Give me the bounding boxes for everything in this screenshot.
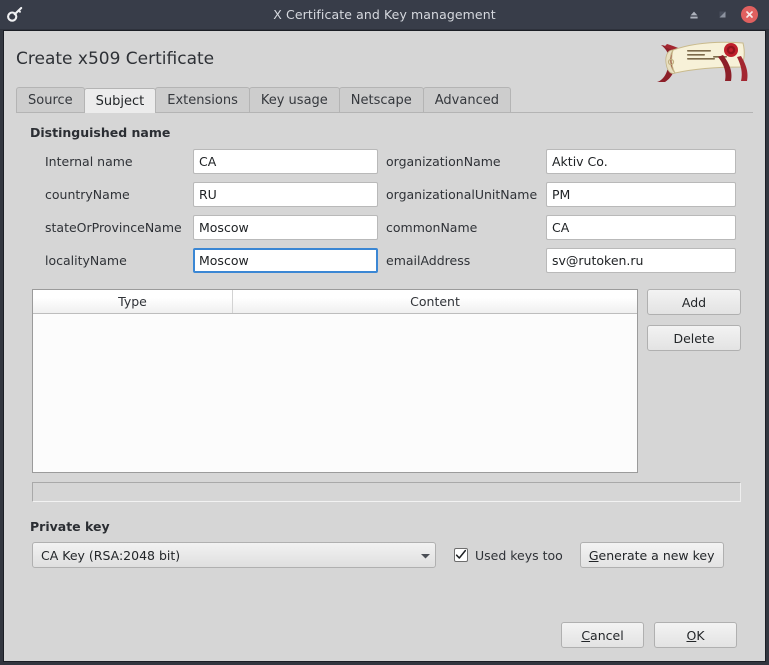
input-email-address[interactable] <box>546 248 736 273</box>
private-key-select[interactable]: CA Key (RSA:2048 bit) <box>32 542 436 568</box>
label-locality-name: localityName <box>45 253 127 268</box>
close-icon[interactable] <box>741 6 758 23</box>
generate-key-mnemonic: G <box>588 547 599 563</box>
tab-advanced[interactable]: Advanced <box>422 87 511 112</box>
checkbox-box <box>454 548 468 562</box>
key-icon <box>0 0 30 29</box>
table-side-buttons: Add Delete <box>647 289 741 473</box>
label-internal-name: Internal name <box>45 154 133 169</box>
ok-button[interactable]: OK <box>654 622 737 648</box>
tab-netscape[interactable]: Netscape <box>338 87 424 112</box>
input-country-name[interactable] <box>193 182 378 207</box>
input-common-name[interactable] <box>546 215 736 240</box>
ok-rest: K <box>696 627 705 643</box>
input-state-or-province-name[interactable] <box>193 215 378 240</box>
label-organizational-unit-name: organizationalUnitName <box>386 187 538 202</box>
table-header-row: Type Content <box>33 290 637 314</box>
input-internal-name[interactable] <box>193 149 378 174</box>
tab-bar: Source Subject Extensions Key usage Nets… <box>4 87 765 113</box>
private-key-group-label: Private key <box>30 519 110 534</box>
minimize-icon[interactable] <box>685 6 703 24</box>
certificate-scroll-logo <box>655 37 751 83</box>
tab-source[interactable]: Source <box>16 87 85 112</box>
page-header: Create x509 Certificate <box>4 31 765 87</box>
input-organizational-unit-name[interactable] <box>546 182 736 207</box>
private-key-row: CA Key (RSA:2048 bit) Used keys too Gene… <box>32 542 741 568</box>
ok-mnemonic: O <box>686 627 697 643</box>
window-title: X Certificate and Key management <box>273 7 496 22</box>
application-window: X Certificate and Key management Create … <box>0 0 769 665</box>
label-state-or-province-name: stateOrProvinceName <box>45 220 182 235</box>
generate-key-rest: enerate a new key <box>598 547 715 563</box>
used-keys-too-label: Used keys too <box>475 547 563 563</box>
input-organization-name[interactable] <box>546 149 736 174</box>
dialog-button-bar: Cancel OK <box>16 622 753 661</box>
generate-new-key-button[interactable]: Generate a new key <box>579 542 724 568</box>
status-bar <box>32 482 741 502</box>
column-header-content[interactable]: Content <box>233 290 637 313</box>
distinguished-name-group-label: Distinguished name <box>30 125 171 140</box>
maximize-icon[interactable] <box>713 6 731 24</box>
dialog-body: Create x509 Certificate Source Subject E… <box>4 31 765 661</box>
column-header-type[interactable]: Type <box>33 290 233 313</box>
client-area: Create x509 Certificate Source Subject E… <box>3 30 766 662</box>
label-email-address: emailAddress <box>386 253 471 268</box>
label-common-name: commonName <box>386 220 478 235</box>
extra-attributes-section: Type Content Add Delete <box>32 289 741 473</box>
window-controls <box>685 6 769 24</box>
tab-page-subject: Distinguished name Internal name organiz… <box>16 112 753 661</box>
cancel-rest: ancel <box>590 627 624 643</box>
cancel-button[interactable]: Cancel <box>561 622 644 648</box>
extra-attributes-table[interactable]: Type Content <box>32 289 638 473</box>
label-country-name: countryName <box>45 187 130 202</box>
private-key-selected-value: CA Key (RSA:2048 bit) <box>41 547 181 563</box>
tab-subject[interactable]: Subject <box>83 88 157 113</box>
title-bar: X Certificate and Key management <box>0 0 769 30</box>
delete-button[interactable]: Delete <box>647 325 741 351</box>
cancel-mnemonic: C <box>581 627 591 643</box>
tab-key-usage[interactable]: Key usage <box>248 87 340 112</box>
chevron-down-icon <box>420 548 431 563</box>
table-body[interactable] <box>33 314 637 472</box>
tab-extensions[interactable]: Extensions <box>155 87 250 112</box>
add-button[interactable]: Add <box>647 289 741 315</box>
used-keys-too-checkbox[interactable]: Used keys too <box>454 548 563 563</box>
page-title: Create x509 Certificate <box>16 49 215 69</box>
distinguished-name-form: Internal name organizationName countryNa… <box>32 149 753 273</box>
label-organization-name: organizationName <box>386 154 501 169</box>
input-locality-name[interactable] <box>193 248 378 273</box>
check-icon <box>455 549 467 559</box>
